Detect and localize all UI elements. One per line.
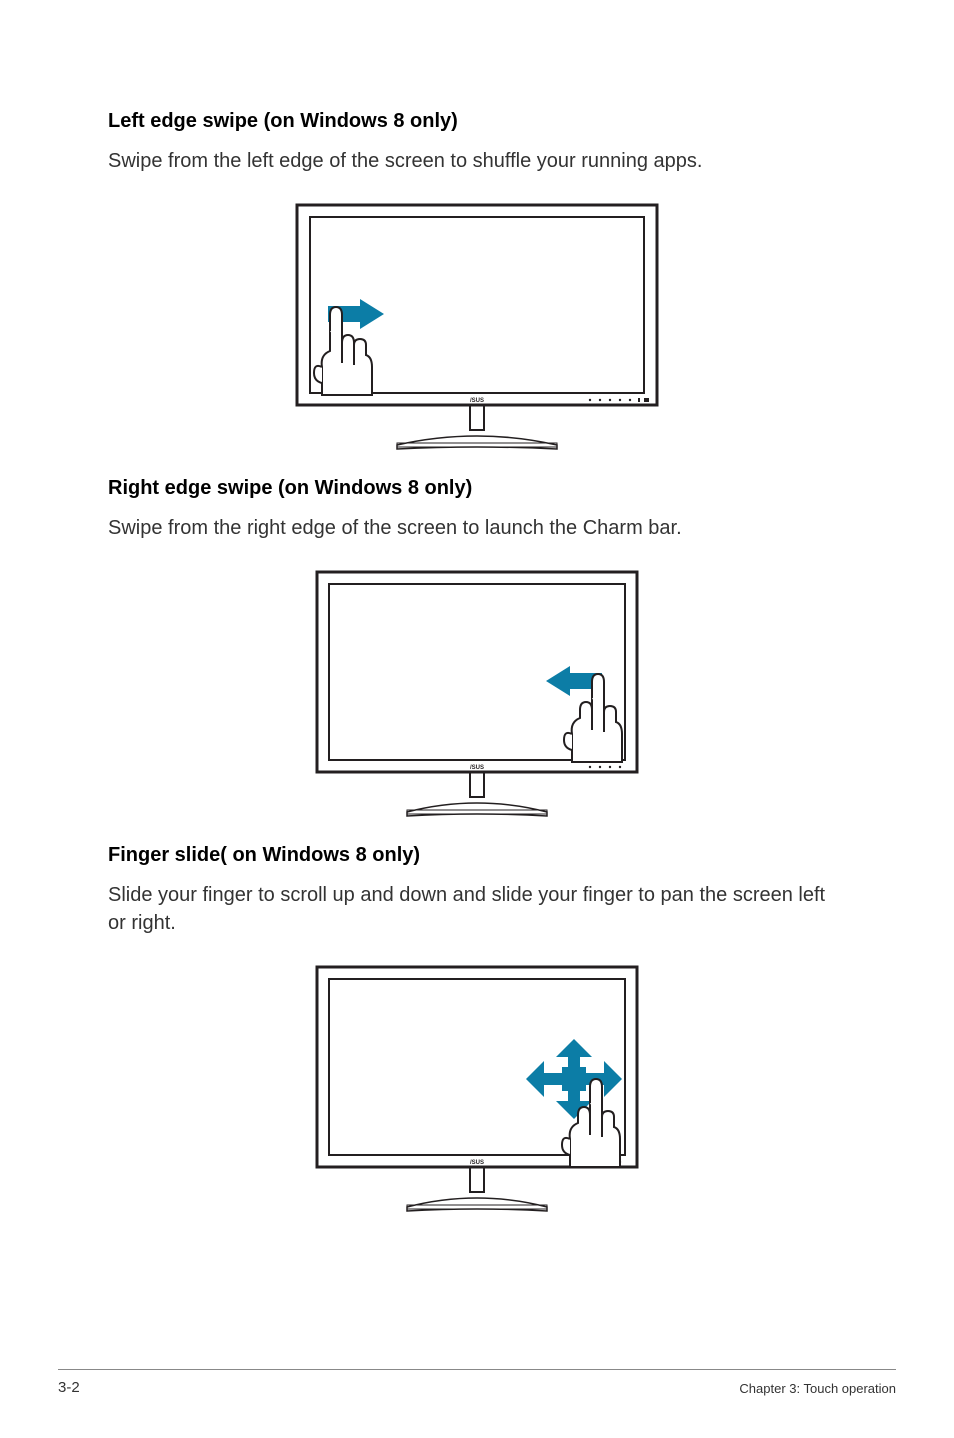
- section-heading: Right edge swipe (on Windows 8 only): [108, 477, 846, 500]
- section-left-edge-swipe: Left edge swipe (on Windows 8 only) Swip…: [108, 110, 846, 455]
- section-body: Swipe from the right edge of the screen …: [108, 514, 846, 542]
- illustration-wrap: /SUS: [108, 562, 846, 822]
- right-swipe-illustration: /SUS: [312, 562, 642, 822]
- illustration-wrap: /SUS: [108, 957, 846, 1217]
- finger-slide-illustration: /SUS: [312, 957, 642, 1217]
- section-heading: Left edge swipe (on Windows 8 only): [108, 110, 846, 133]
- left-swipe-illustration: /SUS: [292, 195, 662, 455]
- four-way-arrow-icon: [526, 1039, 622, 1119]
- footer-divider: [58, 1369, 896, 1370]
- section-right-edge-swipe: Right edge swipe (on Windows 8 only) Swi…: [108, 477, 846, 822]
- section-finger-slide: Finger slide( on Windows 8 only) Slide y…: [108, 844, 846, 1217]
- section-body: Slide your finger to scroll up and down …: [108, 881, 846, 937]
- page-number: 3-2: [58, 1379, 80, 1396]
- section-heading: Finger slide( on Windows 8 only): [108, 844, 846, 867]
- illustration-wrap: /SUS: [108, 195, 846, 455]
- chapter-label: Chapter 3: Touch operation: [739, 1381, 896, 1396]
- section-body: Swipe from the left edge of the screen t…: [108, 147, 846, 175]
- svg-text:/SUS: /SUS: [470, 1160, 484, 1166]
- svg-text:/SUS: /SUS: [470, 765, 484, 771]
- svg-text:/SUS: /SUS: [470, 398, 484, 404]
